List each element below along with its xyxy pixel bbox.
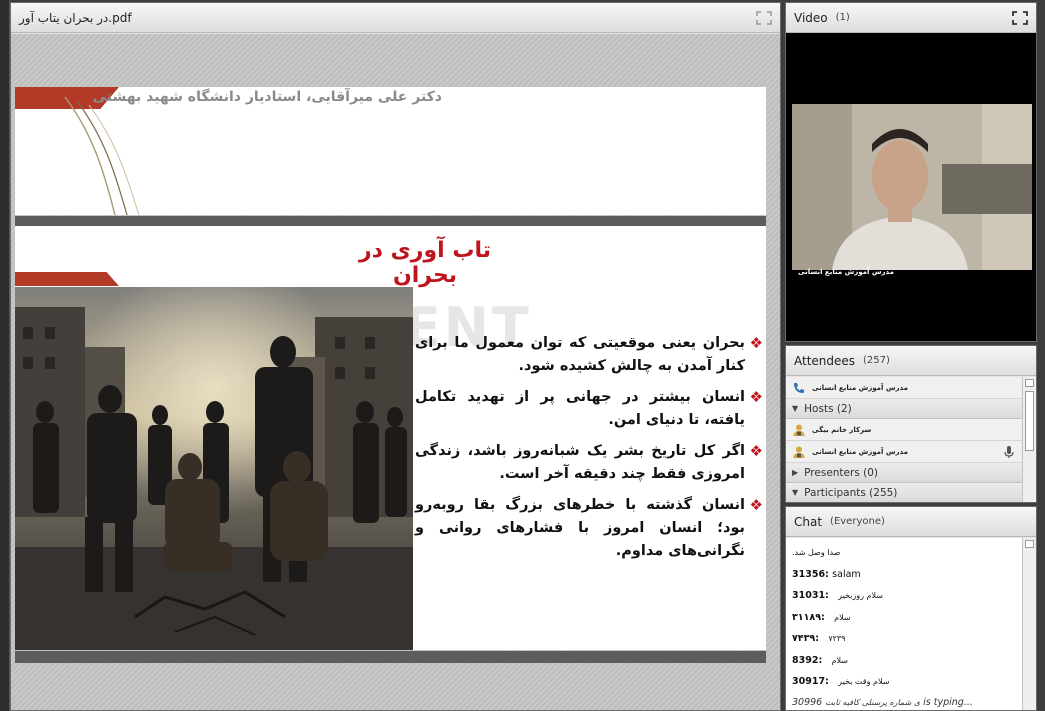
host-user-icon	[793, 446, 805, 458]
group-label: Presenters (0)	[804, 466, 879, 479]
video-count: (1)	[835, 12, 850, 23]
slide-author-line: دکتر علی میرآقایی، استادیار دانشگاه شهید…	[92, 89, 442, 105]
expand-triangle-icon: ▼	[792, 488, 799, 497]
chat-text: سلام روزبخیر	[838, 591, 883, 600]
chat-text: salam	[832, 568, 861, 580]
group-label: Hosts (2)	[804, 402, 852, 415]
chat-sender: 31356:	[792, 568, 829, 580]
chat-message: 31031: سلام روزبخیر	[792, 585, 1016, 607]
bullet-text: بحران یعنی موقعیتی که توان معمول ما برای…	[415, 335, 745, 374]
chat-message: 31356: salam	[792, 564, 1016, 586]
chat-sender: 31031:	[792, 590, 829, 601]
slide-red-band	[15, 272, 119, 286]
host-user-icon	[793, 424, 805, 436]
bullet-item: ❖ انسان بیشتر در جهانی پر از تهدید تکامل…	[415, 386, 763, 432]
chat-scope[interactable]: (Everyone)	[830, 516, 885, 527]
slide-title: تاب آوری در بحران	[359, 238, 491, 288]
chat-pod-title: Chat	[794, 514, 823, 529]
share-pod: در بحران یتاب آور.pdf دکتر علی میرآقایی،…	[10, 2, 781, 711]
attendees-scrollbar[interactable]	[1022, 377, 1036, 502]
collapse-triangle-icon: ▶	[792, 468, 799, 477]
typing-indicator: ی شماره پرسنلی کافیه ثابت 30996 is typin…	[792, 697, 973, 708]
page-gap	[15, 216, 766, 226]
attendee-name: سرکار خانم بیگی	[812, 425, 872, 434]
attendees-count: (257)	[863, 355, 890, 366]
decorative-swoosh	[64, 96, 140, 215]
microphone-icon	[1004, 445, 1014, 458]
current-speaker-name: مدرس آموزش منابع انسانی	[812, 383, 908, 392]
chat-text: صدا وصل شد.	[792, 548, 841, 557]
scroll-thumb[interactable]	[1025, 391, 1034, 451]
fullscreen-icon[interactable]	[1012, 11, 1028, 25]
phone-speaking-icon	[794, 382, 804, 393]
bullet-item: ❖ بحران یعنی موقعیتی که توان معمول ما بر…	[415, 332, 763, 378]
attendees-pod: Attendees (257) مدرس آموزش منابع انسانی …	[785, 345, 1037, 503]
chat-message: 30917: سلام وقت بخیر	[792, 671, 1016, 693]
chat-sender: ۷۴۳۹:	[792, 633, 819, 644]
video-presenter-label: مدرس آموزش منابع انسانی	[798, 268, 894, 276]
attendee-row[interactable]: مدرس آموزش منابع انسانی	[786, 441, 1022, 463]
bullet-text: انسان بیشتر در جهانی پر از تهدید تکامل ی…	[415, 389, 745, 428]
bullet-list: ❖ بحران یعنی موقعیتی که توان معمول ما بر…	[415, 332, 763, 571]
chat-text: سلام	[831, 655, 848, 665]
bullet-marker: ❖	[749, 442, 763, 460]
share-pod-header: در بحران یتاب آور.pdf	[11, 3, 780, 33]
page-gap	[15, 651, 766, 663]
chat-message: صدا وصل شد.	[792, 542, 1016, 564]
chat-text: سلام	[834, 612, 851, 622]
slide-current: AGEMENT تاب آوری در بحران	[15, 226, 766, 650]
scroll-up-arrow[interactable]	[1025, 540, 1034, 548]
bullet-marker: ❖	[749, 388, 763, 406]
chat-message-list[interactable]: صدا وصل شد. 31356: salam 31031: سلام روز…	[786, 538, 1022, 710]
attendee-row[interactable]: سرکار خانم بیگی	[786, 419, 1022, 441]
crisis-photo	[15, 287, 413, 650]
video-pod-title: Video	[794, 10, 828, 25]
attendees-pod-header: Attendees (257)	[786, 346, 1036, 376]
chat-message: 8392: سلام	[792, 650, 1016, 672]
chat-scrollbar[interactable]	[1022, 538, 1036, 710]
attendees-pod-title: Attendees	[794, 353, 856, 368]
attendee-name: مدرس آموزش منابع انسانی	[812, 447, 908, 456]
group-participants[interactable]: ▼ Participants (255)	[786, 483, 1022, 502]
document-viewport[interactable]: دکتر علی میرآقایی، استادیار دانشگاه شهید…	[11, 34, 780, 710]
video-pod-header: Video (1)	[786, 3, 1036, 33]
chat-sender: 8392:	[792, 654, 823, 666]
chat-pod: Chat (Everyone) صدا وصل شد. 31356: salam…	[785, 506, 1037, 711]
current-speaker-row: مدرس آموزش منابع انسانی	[786, 377, 1022, 399]
chat-sender: ۳۱۱۸۹:	[792, 611, 825, 623]
chat-message: ۳۱۱۸۹: سلام	[792, 607, 1016, 629]
fullscreen-icon[interactable]	[756, 11, 772, 25]
attendees-list[interactable]: مدرس آموزش منابع انسانی ▼ Hosts (2) سرکا…	[786, 377, 1022, 502]
slide-previous: دکتر علی میرآقایی، استادیار دانشگاه شهید…	[15, 87, 766, 215]
chat-text: ۷۲۳۹	[828, 634, 846, 643]
group-presenters[interactable]: ▶ Presenters (0)	[786, 463, 1022, 483]
document-title: در بحران یتاب آور.pdf	[19, 10, 132, 25]
bullet-item: ❖ اگر کل تاریخ بشر یک شبانه‌روز باشد، زن…	[415, 440, 763, 486]
chat-text: سلام وقت بخیر	[838, 677, 890, 686]
chat-pod-header: Chat (Everyone)	[786, 507, 1036, 537]
bullet-item: ❖ انسان گذشته با خطرهای بزرگ بقا روبه‌رو…	[415, 494, 763, 563]
bullet-marker: ❖	[749, 496, 763, 514]
group-label: Participants (255)	[804, 486, 898, 499]
expand-triangle-icon: ▼	[792, 404, 799, 413]
chat-sender: 30917:	[792, 676, 829, 687]
meeting-window: در بحران یتاب آور.pdf دکتر علی میرآقایی،…	[0, 0, 1045, 711]
chat-message: ۷۴۳۹: ۷۲۳۹	[792, 628, 1016, 650]
bullet-marker: ❖	[749, 334, 763, 352]
group-hosts[interactable]: ▼ Hosts (2)	[786, 399, 1022, 419]
bullet-text: انسان گذشته با خطرهای بزرگ بقا روبه‌رو ب…	[415, 497, 745, 559]
bullet-text: اگر کل تاریخ بشر یک شبانه‌روز باشد، زندگ…	[415, 443, 745, 482]
video-feed[interactable]	[792, 104, 1032, 270]
typing-overlap-text: ی شماره پرسنلی کافیه ثابت	[825, 698, 921, 707]
left-edge-strip	[0, 0, 10, 711]
scroll-up-arrow[interactable]	[1025, 379, 1034, 387]
video-pod: Video (1) مدرس آموزش منابع انسانی	[785, 2, 1037, 342]
